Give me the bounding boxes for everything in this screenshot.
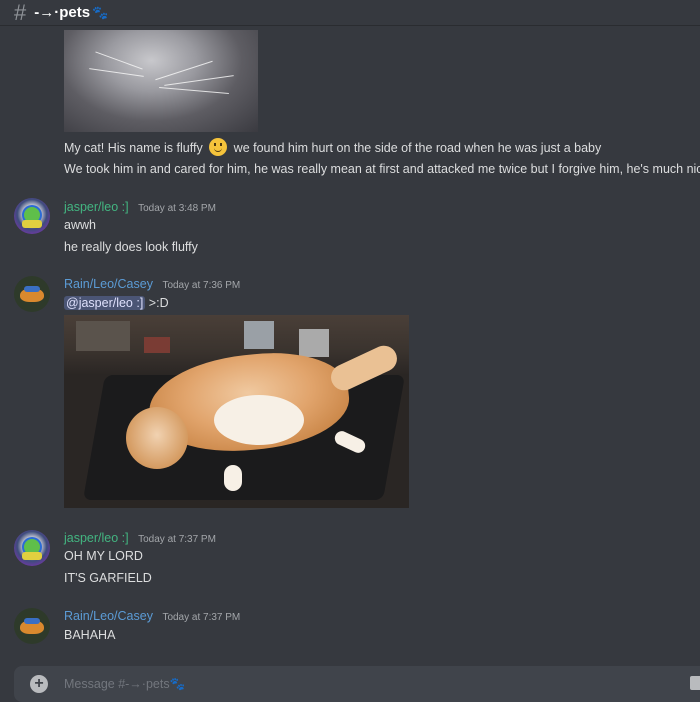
channel-name[interactable]: -→·pets: [34, 4, 90, 21]
photo-detail: [244, 321, 274, 349]
username[interactable]: jasper/leo :]: [64, 531, 129, 545]
username[interactable]: jasper/leo :]: [64, 200, 129, 214]
add-attachment-button[interactable]: +: [30, 675, 48, 693]
avatar[interactable]: [14, 198, 50, 234]
photo-detail: [299, 329, 329, 357]
hash-icon: #: [14, 0, 27, 25]
message-text: @jasper/leo :] >:D: [64, 295, 169, 311]
message-text: OH MY LORD: [64, 549, 143, 563]
garfield-cat-photo[interactable]: [64, 315, 409, 508]
photo-detail: [144, 337, 170, 353]
cat-head: [126, 407, 188, 469]
message-text: he really does look fluffy: [64, 240, 198, 254]
cat-photo-top[interactable]: [64, 30, 258, 132]
message-text: BAHAHA: [64, 628, 116, 642]
username[interactable]: Rain/Leo/Casey: [64, 609, 153, 623]
username[interactable]: Rain/Leo/Casey: [64, 277, 153, 291]
gift-icon[interactable]: [690, 676, 700, 690]
smile-emoji-icon: [209, 138, 228, 156]
message-header: Rain/Leo/Casey Today at 7:37 PM: [64, 608, 240, 626]
message-input[interactable]: [64, 666, 664, 702]
user-mention[interactable]: @jasper/leo :]: [64, 296, 146, 310]
timestamp: Today at 7:36 PM: [162, 280, 241, 291]
whisker: [89, 68, 144, 77]
message-text: We took him in and cared for him, he was…: [64, 162, 700, 176]
message-header: jasper/leo :] Today at 3:48 PM: [64, 199, 216, 217]
message-text-part: My cat! His name is fluffy: [64, 141, 203, 155]
whisker: [155, 60, 213, 81]
message-list: My cat! His name is fluffy we found him …: [0, 26, 700, 666]
avatar[interactable]: [14, 530, 50, 566]
message-header: jasper/leo :] Today at 7:37 PM: [64, 530, 216, 548]
message-text: IT'S GARFIELD: [64, 571, 152, 585]
paw-icon: 🐾: [92, 4, 109, 20]
cat-belly: [214, 395, 304, 445]
message-header: Rain/Leo/Casey Today at 7:36 PM: [64, 276, 240, 294]
avatar[interactable]: [14, 276, 50, 312]
message-composer: +: [14, 666, 700, 702]
whisker: [164, 75, 234, 86]
message-text: awwh: [64, 218, 96, 232]
cat-paw: [224, 465, 242, 491]
timestamp: Today at 7:37 PM: [138, 534, 216, 545]
whisker: [159, 86, 229, 95]
message-text-part: we found him hurt on the side of the roa…: [233, 141, 602, 155]
whisker: [95, 51, 143, 70]
photo-detail: [76, 321, 130, 351]
avatar[interactable]: [14, 608, 50, 644]
message-text-part: >:D: [148, 296, 169, 310]
timestamp: Today at 3:48 PM: [138, 203, 216, 214]
timestamp: Today at 7:37 PM: [162, 612, 241, 623]
message-text: My cat! His name is fluffy we found him …: [64, 138, 601, 156]
channel-header: # -→·pets 🐾: [0, 0, 700, 26]
